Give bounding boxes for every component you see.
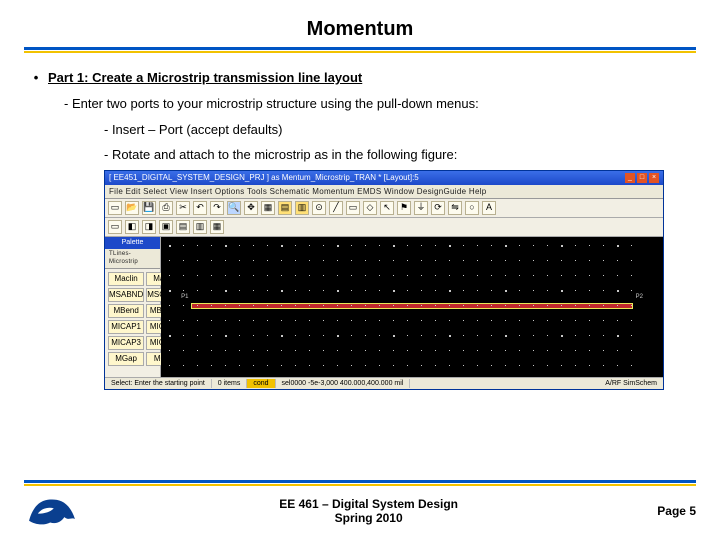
window-title: [ EE451_DIGITAL_SYSTEM_DESIGN_PRJ ] as M… xyxy=(109,172,623,183)
tb2-b-icon[interactable]: ◧ xyxy=(125,220,139,234)
status-right: A/RF SimSchem xyxy=(599,379,663,389)
page-number: Page 5 xyxy=(657,504,696,518)
undo-icon[interactable]: ↶ xyxy=(193,201,207,215)
wildcat-logo-icon xyxy=(24,496,80,526)
redo-icon[interactable]: ↷ xyxy=(210,201,224,215)
tb2-c-icon[interactable]: ◨ xyxy=(142,220,156,234)
tb2-a-icon[interactable]: ▭ xyxy=(108,220,122,234)
close-icon[interactable]: × xyxy=(649,173,659,183)
layout-canvas[interactable]: P1 P2 xyxy=(161,237,663,377)
part-heading: Part 1: Create a Microstrip transmission… xyxy=(48,69,362,87)
layer2-icon[interactable]: ▥ xyxy=(295,201,309,215)
palette-title: Palette xyxy=(105,237,160,249)
palette-item[interactable]: MICAP1 xyxy=(108,320,144,334)
zoom-icon[interactable]: 🔍 xyxy=(227,201,241,215)
grid-icon[interactable]: ▦ xyxy=(261,201,275,215)
line-icon[interactable]: ╱ xyxy=(329,201,343,215)
text-icon[interactable]: A xyxy=(482,201,496,215)
palette-item[interactable]: MGap xyxy=(108,352,144,366)
status-gold: cond xyxy=(247,379,275,389)
palette-item[interactable]: MBend xyxy=(108,304,144,318)
new-icon[interactable]: ▭ xyxy=(108,201,122,215)
palette-item[interactable]: MSABND xyxy=(108,288,144,302)
tb2-f-icon[interactable]: ▥ xyxy=(193,220,207,234)
page-title: Momentum xyxy=(24,18,696,47)
footer-text: EE 461 – Digital System Design Spring 20… xyxy=(80,497,657,526)
port-2-label: P2 xyxy=(636,293,643,301)
print-icon[interactable]: ⎙ xyxy=(159,201,173,215)
save-icon[interactable]: 💾 xyxy=(142,201,156,215)
minimize-icon[interactable]: _ xyxy=(625,173,635,183)
status-bar: Select: Enter the starting point 0 items… xyxy=(105,377,663,389)
course-term: Spring 2010 xyxy=(80,511,657,525)
cut-icon[interactable]: ✂ xyxy=(176,201,190,215)
cursor-icon[interactable]: ↖ xyxy=(380,201,394,215)
palette-category[interactable]: TLines-Microstrip xyxy=(105,249,160,269)
bullet-dot: • xyxy=(24,69,48,87)
status-hint: Select: Enter the starting point xyxy=(105,379,212,389)
rect-icon[interactable]: ▭ xyxy=(346,201,360,215)
palette-grid: Maclin Maclin MSABND MSOBND MBend MBend2… xyxy=(105,269,160,369)
microstrip-line[interactable] xyxy=(191,303,633,309)
embedded-screenshot: [ EE451_DIGITAL_SYSTEM_DESIGN_PRJ ] as M… xyxy=(104,170,664,390)
course-code: EE 461 – Digital System Design xyxy=(80,497,657,511)
palette-panel: Palette TLines-Microstrip Maclin Maclin … xyxy=(105,237,161,377)
substep-b: - Rotate and attach to the microstrip as… xyxy=(24,146,696,164)
content-block: • Part 1: Create a Microstrip transmissi… xyxy=(24,69,696,390)
palette-item[interactable]: MICAP3 xyxy=(108,336,144,350)
layer-icon[interactable]: ▤ xyxy=(278,201,292,215)
tb2-e-icon[interactable]: ▤ xyxy=(176,220,190,234)
menubar[interactable]: File Edit Select View Insert Options Too… xyxy=(105,185,663,199)
flag-icon[interactable]: ⚑ xyxy=(397,201,411,215)
open-icon[interactable]: 📂 xyxy=(125,201,139,215)
toolbar-row-2[interactable]: ▭ ◧ ◨ ▣ ▤ ▥ ▦ xyxy=(105,218,663,237)
tb2-g-icon[interactable]: ▦ xyxy=(210,220,224,234)
status-coords: sel0000 -5e-3,000 400.000,400.000 mil xyxy=(276,379,411,389)
footer: EE 461 – Digital System Design Spring 20… xyxy=(24,496,696,526)
ground-icon[interactable]: ⏚ xyxy=(414,201,428,215)
title-rule xyxy=(24,47,696,53)
port-icon[interactable]: ⊙ xyxy=(312,201,326,215)
tb2-d-icon[interactable]: ▣ xyxy=(159,220,173,234)
toolbar-row-1[interactable]: ▭ 📂 💾 ⎙ ✂ ↶ ↷ 🔍 ✥ ▦ ▤ ▥ ⊙ ╱ ▭ ◇ ↖ xyxy=(105,199,663,218)
pan-icon[interactable]: ✥ xyxy=(244,201,258,215)
status-items: 0 items xyxy=(212,379,248,389)
port-1-label: P1 xyxy=(181,293,188,301)
maximize-icon[interactable]: □ xyxy=(637,173,647,183)
substep-a: - Insert – Port (accept defaults) xyxy=(24,121,696,139)
poly-icon[interactable]: ◇ xyxy=(363,201,377,215)
mirror-icon[interactable]: ⇋ xyxy=(448,201,462,215)
step-main: - Enter two ports to your microstrip str… xyxy=(24,95,696,113)
footer-rule xyxy=(24,480,696,486)
rotate-icon[interactable]: ⟳ xyxy=(431,201,445,215)
circle-icon[interactable]: ○ xyxy=(465,201,479,215)
palette-item[interactable]: Maclin xyxy=(108,272,144,286)
window-titlebar: [ EE451_DIGITAL_SYSTEM_DESIGN_PRJ ] as M… xyxy=(105,171,663,185)
